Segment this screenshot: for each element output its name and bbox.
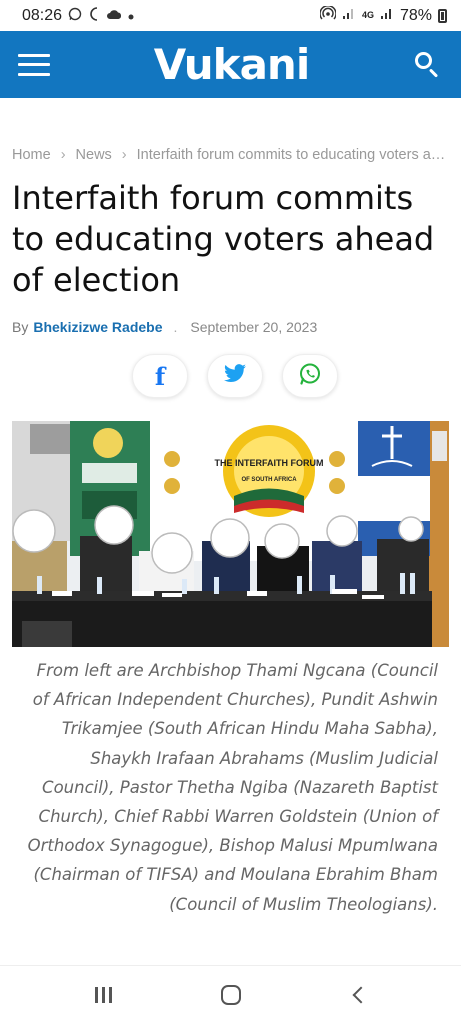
recents-icon[interactable] [84,975,124,1015]
article-title: Interfaith forum commits to educating vo… [12,179,435,299]
status-right: 4G 78% [319,4,447,25]
chevron-right-icon: › [60,147,66,163]
dot-icon [128,8,134,23]
home-button[interactable] [211,975,251,1015]
press-conference-image: THE INTERFAITH FORUM OF SOUTH AFRICA [12,421,449,647]
chevron-right-icon: › [121,147,127,163]
twitter-share-button[interactable] [207,354,263,398]
network-type: 4G [361,10,374,20]
search-icon[interactable] [413,50,443,80]
by-label: By [12,319,29,335]
banner-title: THE INTERFAITH FORUM [215,458,324,468]
system-nav-bar [0,965,461,1024]
site-logo[interactable]: Vukani [154,40,310,89]
meta-separator: . [173,319,178,335]
publish-date: September 20, 2023 [190,319,318,335]
cloud-icon [106,8,122,23]
status-left: 08:26 [22,7,134,25]
back-icon [352,986,369,1004]
whatsapp-icon [68,7,82,24]
breadcrumb: Home › News › Interfaith forum commits to ed… [12,147,452,163]
home-icon [220,985,241,1005]
battery-level: 78% [399,6,432,24]
clock: 08:26 [22,6,63,24]
hamburger-icon[interactable] [18,53,50,76]
article-photo: THE INTERFAITH FORUM OF SOUTH AFRICA [12,421,449,647]
whatsapp-icon [298,362,322,391]
status-bar: 08:26 4G 78% [0,0,461,31]
twitter-icon [223,363,247,389]
whatsapp-share-button[interactable] [282,354,338,398]
breadcrumb-home[interactable]: Home [12,147,51,163]
breadcrumb-news[interactable]: News [76,147,112,163]
share-buttons: f [132,354,338,398]
author-link[interactable]: Bhekizizwe Radebe [33,319,162,335]
facebook-icon: f [154,361,166,391]
signal-icon [342,6,356,25]
photo-caption: From left are Archbishop Thami Ngcana (C… [27,661,438,914]
moon-icon [88,7,100,24]
hotspot-icon [319,4,337,25]
back-button[interactable] [338,975,378,1015]
breadcrumb-current: Interfaith forum commits to educating vo… [136,147,452,163]
banner-subtitle: OF SOUTH AFRICA [241,477,297,483]
battery-icon [438,8,447,23]
site-header: Vukani [0,31,461,98]
article-meta: By Bhekizizwe Radebe . September 20, 202… [12,319,317,335]
signal-icon-2 [380,6,394,25]
facebook-share-button[interactable]: f [132,354,188,398]
